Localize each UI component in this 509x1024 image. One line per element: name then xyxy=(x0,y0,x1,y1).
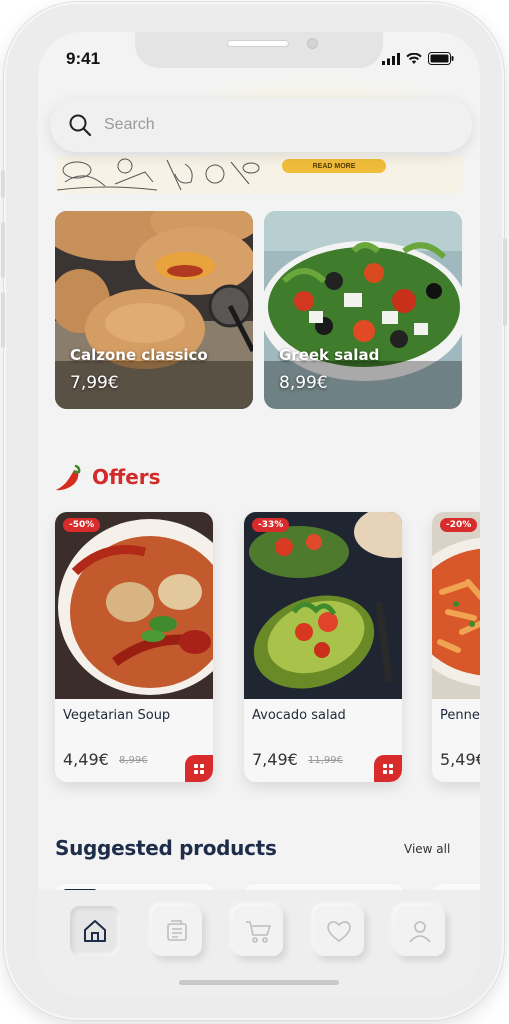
offer-price: 5,49€ xyxy=(440,750,480,769)
penne-image xyxy=(432,512,480,699)
phone-frame: READ MORE 9:41 Search Calzone classico 7… xyxy=(1,2,507,1020)
orders-icon xyxy=(167,920,187,941)
discount-badge: -20% xyxy=(440,518,478,532)
sketch-illustration xyxy=(56,158,260,191)
volume-down-button xyxy=(1,292,5,348)
offer-old-price: 8,99€ xyxy=(119,755,148,766)
offer-price: 7,49€ xyxy=(252,750,298,769)
tab-cart[interactable] xyxy=(233,906,283,956)
offers-title: Offers xyxy=(92,465,161,489)
status-icons xyxy=(382,52,454,65)
offer-name: Vegetarian Soup xyxy=(63,708,171,723)
offer-card[interactable]: -20% Penne 5,49€ xyxy=(432,512,480,782)
promo-banner[interactable]: READ MORE xyxy=(55,156,463,194)
offer-name: Avocado salad xyxy=(252,708,346,723)
featured-name: Calzone classico xyxy=(70,346,208,364)
volume-up-button xyxy=(1,222,5,278)
tab-orders[interactable] xyxy=(152,906,202,956)
discount-badge: -50% xyxy=(63,518,101,532)
notch xyxy=(135,32,383,68)
tab-favorites[interactable] xyxy=(314,906,364,956)
power-button xyxy=(503,238,507,326)
view-all-link[interactable]: View all xyxy=(404,842,450,856)
featured-name: Greek salad xyxy=(279,346,380,364)
discount-badge: -33% xyxy=(252,518,290,532)
grid-icon xyxy=(194,763,204,774)
add-to-cart-button[interactable] xyxy=(374,755,402,782)
suggested-title: Suggested products xyxy=(55,836,277,860)
vegetarian-soup-image xyxy=(55,512,213,699)
search-icon[interactable] xyxy=(68,113,92,137)
status-time: 9:41 xyxy=(66,49,101,68)
offer-image: -20% xyxy=(432,512,480,699)
mute-switch xyxy=(1,170,5,198)
search-bar[interactable] xyxy=(50,98,472,152)
featured-card-calzone[interactable]: Calzone classico 7,99€ xyxy=(55,211,253,409)
offer-name: Penne xyxy=(440,708,480,723)
featured-price: 8,99€ xyxy=(279,373,328,393)
cart-icon xyxy=(246,921,271,943)
offer-image: -50% xyxy=(55,512,213,699)
speaker xyxy=(227,40,289,47)
offer-card[interactable]: -33% Avocado salad 7,49€ 11,99€ xyxy=(244,512,402,782)
offer-old-price: 11,99€ xyxy=(308,755,343,766)
grid-icon xyxy=(383,763,393,774)
home-indicator xyxy=(179,980,339,985)
front-camera xyxy=(307,38,318,49)
profile-icon xyxy=(409,921,431,943)
screen: READ MORE 9:41 Search Calzone classico 7… xyxy=(38,32,480,996)
offers-header: Offers xyxy=(54,462,161,492)
home-icon xyxy=(84,920,106,942)
offer-price: 4,49€ xyxy=(63,750,109,769)
signal-icon xyxy=(382,52,400,65)
featured-price: 7,99€ xyxy=(70,373,119,393)
chili-pepper-icon xyxy=(56,464,81,491)
offer-card[interactable]: -50% Vegetarian Soup 4,49€ 8,99€ xyxy=(55,512,213,782)
offer-image: -33% xyxy=(244,512,402,699)
wifi-icon xyxy=(406,52,422,64)
tab-profile[interactable] xyxy=(395,906,445,956)
featured-card-greek-salad[interactable]: Greek salad 8,99€ xyxy=(264,211,462,409)
avocado-salad-image xyxy=(244,512,402,699)
heart-icon xyxy=(327,921,351,942)
read-more-button[interactable]: READ MORE xyxy=(282,159,386,173)
tab-home[interactable] xyxy=(70,906,120,956)
search-input[interactable] xyxy=(104,116,404,134)
battery-icon xyxy=(428,52,454,65)
add-to-cart-button[interactable] xyxy=(185,755,213,782)
